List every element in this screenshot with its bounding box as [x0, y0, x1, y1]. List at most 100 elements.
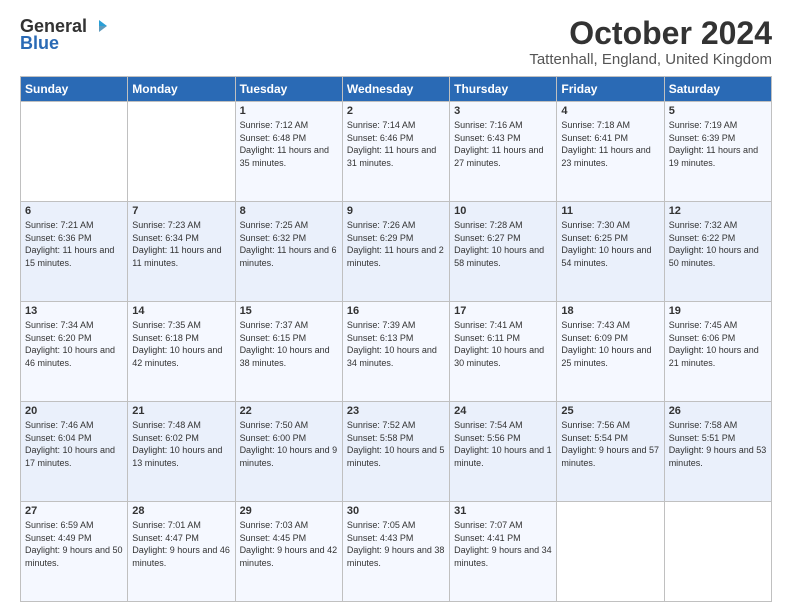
calendar-cell: 27 Sunrise: 6:59 AM Sunset: 4:49 PM Dayli…: [21, 502, 128, 602]
calendar-cell: 26 Sunrise: 7:58 AM Sunset: 5:51 PM Dayli…: [664, 402, 771, 502]
day-content: Sunrise: 7:07 AM Sunset: 4:41 PM Dayligh…: [454, 519, 552, 569]
title-area: October 2024 Tattenhall, England, United…: [529, 16, 772, 68]
day-content: Sunrise: 7:46 AM Sunset: 6:04 PM Dayligh…: [25, 419, 123, 469]
calendar-week-row: 27 Sunrise: 6:59 AM Sunset: 4:49 PM Dayli…: [21, 502, 772, 602]
day-number: 22: [240, 405, 338, 417]
calendar-cell: 28 Sunrise: 7:01 AM Sunset: 4:47 PM Dayli…: [128, 502, 235, 602]
calendar-cell: 1Sunrise: 7:12 AM Sunset: 6:48 PM Daylig…: [235, 102, 342, 202]
calendar-table: SundayMondayTuesdayWednesdayThursdayFrid…: [20, 76, 772, 602]
calendar-cell: 23 Sunrise: 7:52 AM Sunset: 5:58 PM Dayli…: [342, 402, 449, 502]
calendar-cell: [128, 102, 235, 202]
calendar-cell: 9 Sunrise: 7:26 AM Sunset: 6:29 PM Daylig…: [342, 202, 449, 302]
calendar-cell: 5Sunrise: 7:19 AM Sunset: 6:39 PM Daylig…: [664, 102, 771, 202]
day-content: Sunrise: 6:59 AM Sunset: 4:49 PM Dayligh…: [25, 519, 123, 569]
day-number: 27: [25, 505, 123, 517]
calendar-cell: [21, 102, 128, 202]
calendar-cell: 16 Sunrise: 7:39 AM Sunset: 6:13 PM Dayli…: [342, 302, 449, 402]
day-number: 17: [454, 305, 552, 317]
calendar-cell: 10 Sunrise: 7:28 AM Sunset: 6:27 PM Dayli…: [450, 202, 557, 302]
day-content: Sunrise: 7:01 AM Sunset: 4:47 PM Dayligh…: [132, 519, 230, 569]
day-content: Sunrise: 7:34 AM Sunset: 6:20 PM Dayligh…: [25, 319, 123, 369]
day-content: Sunrise: 7:32 AM Sunset: 6:22 PM Dayligh…: [669, 219, 767, 269]
calendar-cell: 7Sunrise: 7:23 AM Sunset: 6:34 PM Daylig…: [128, 202, 235, 302]
calendar-week-row: 6 Sunrise: 7:21 AM Sunset: 6:36 PM Daylig…: [21, 202, 772, 302]
day-number: 19: [669, 305, 767, 317]
day-number: 21: [132, 405, 230, 417]
day-content: Sunrise: 7:56 AM Sunset: 5:54 PM Dayligh…: [561, 419, 659, 469]
location: Tattenhall, England, United Kingdom: [529, 51, 772, 68]
day-number: 18: [561, 305, 659, 317]
day-content: Sunrise: 7:26 AM Sunset: 6:29 PM Dayligh…: [347, 219, 445, 269]
day-content: Sunrise: 7:48 AM Sunset: 6:02 PM Dayligh…: [132, 419, 230, 469]
day-number: 24: [454, 405, 552, 417]
calendar-cell: 24 Sunrise: 7:54 AM Sunset: 5:56 PM Dayli…: [450, 402, 557, 502]
day-number: 6: [25, 205, 123, 217]
day-number: 20: [25, 405, 123, 417]
day-content: Sunrise: 7:23 AM Sunset: 6:34 PM Dayligh…: [132, 219, 230, 269]
logo-bird-icon: [89, 18, 107, 36]
day-header-friday: Friday: [557, 77, 664, 102]
day-content: Sunrise: 7:43 AM Sunset: 6:09 PM Dayligh…: [561, 319, 659, 369]
day-number: 8: [240, 205, 338, 217]
day-number: 10: [454, 205, 552, 217]
calendar-cell: 29Sunrise: 7:03 AM Sunset: 4:45 PM Dayli…: [235, 502, 342, 602]
day-content: Sunrise: 7:54 AM Sunset: 5:56 PM Dayligh…: [454, 419, 552, 469]
day-number: 2: [347, 105, 445, 117]
day-number: 29: [240, 505, 338, 517]
day-number: 5: [669, 105, 767, 117]
day-content: Sunrise: 7:45 AM Sunset: 6:06 PM Dayligh…: [669, 319, 767, 369]
calendar-cell: 14 Sunrise: 7:35 AM Sunset: 6:18 PM Dayli…: [128, 302, 235, 402]
day-content: Sunrise: 7:12 AM Sunset: 6:48 PM Dayligh…: [240, 119, 338, 169]
day-number: 25: [561, 405, 659, 417]
header: General Blue October 2024 Tattenhall, En…: [20, 16, 772, 68]
calendar-cell: 31 Sunrise: 7:07 AM Sunset: 4:41 PM Dayli…: [450, 502, 557, 602]
day-content: Sunrise: 7:16 AM Sunset: 6:43 PM Dayligh…: [454, 119, 552, 169]
day-number: 13: [25, 305, 123, 317]
day-content: Sunrise: 7:25 AM Sunset: 6:32 PM Dayligh…: [240, 219, 338, 269]
day-number: 15: [240, 305, 338, 317]
day-number: 11: [561, 205, 659, 217]
day-number: 14: [132, 305, 230, 317]
day-number: 28: [132, 505, 230, 517]
day-number: 16: [347, 305, 445, 317]
calendar-header-row: SundayMondayTuesdayWednesdayThursdayFrid…: [21, 77, 772, 102]
calendar-cell: 11 Sunrise: 7:30 AM Sunset: 6:25 PM Dayli…: [557, 202, 664, 302]
day-header-thursday: Thursday: [450, 77, 557, 102]
day-number: 9: [347, 205, 445, 217]
calendar-cell: 6 Sunrise: 7:21 AM Sunset: 6:36 PM Daylig…: [21, 202, 128, 302]
day-content: Sunrise: 7:52 AM Sunset: 5:58 PM Dayligh…: [347, 419, 445, 469]
calendar-cell: 19 Sunrise: 7:45 AM Sunset: 6:06 PM Dayli…: [664, 302, 771, 402]
day-content: Sunrise: 7:39 AM Sunset: 6:13 PM Dayligh…: [347, 319, 445, 369]
calendar-cell: 20 Sunrise: 7:46 AM Sunset: 6:04 PM Dayli…: [21, 402, 128, 502]
day-content: Sunrise: 7:21 AM Sunset: 6:36 PM Dayligh…: [25, 219, 123, 269]
calendar-cell: 2Sunrise: 7:14 AM Sunset: 6:46 PM Daylig…: [342, 102, 449, 202]
calendar-cell: 25 Sunrise: 7:56 AM Sunset: 5:54 PM Dayli…: [557, 402, 664, 502]
day-number: 12: [669, 205, 767, 217]
calendar-cell: 15Sunrise: 7:37 AM Sunset: 6:15 PM Dayli…: [235, 302, 342, 402]
calendar-cell: 13 Sunrise: 7:34 AM Sunset: 6:20 PM Dayli…: [21, 302, 128, 402]
calendar-cell: [664, 502, 771, 602]
day-number: 23: [347, 405, 445, 417]
calendar-cell: 22 Sunrise: 7:50 AM Sunset: 6:00 PM Dayli…: [235, 402, 342, 502]
calendar-cell: 18 Sunrise: 7:43 AM Sunset: 6:09 PM Dayli…: [557, 302, 664, 402]
day-content: Sunrise: 7:58 AM Sunset: 5:51 PM Dayligh…: [669, 419, 767, 469]
day-content: Sunrise: 7:30 AM Sunset: 6:25 PM Dayligh…: [561, 219, 659, 269]
day-number: 26: [669, 405, 767, 417]
day-content: Sunrise: 7:05 AM Sunset: 4:43 PM Dayligh…: [347, 519, 445, 569]
month-title: October 2024: [529, 16, 772, 51]
day-number: 30: [347, 505, 445, 517]
day-content: Sunrise: 7:28 AM Sunset: 6:27 PM Dayligh…: [454, 219, 552, 269]
calendar-week-row: 13 Sunrise: 7:34 AM Sunset: 6:20 PM Dayli…: [21, 302, 772, 402]
calendar-cell: 8 Sunrise: 7:25 AM Sunset: 6:32 PM Daylig…: [235, 202, 342, 302]
calendar-cell: 21 Sunrise: 7:48 AM Sunset: 6:02 PM Dayli…: [128, 402, 235, 502]
logo-blue: Blue: [20, 33, 59, 54]
day-number: 31: [454, 505, 552, 517]
calendar-cell: [557, 502, 664, 602]
day-header-wednesday: Wednesday: [342, 77, 449, 102]
calendar-cell: 17 Sunrise: 7:41 AM Sunset: 6:11 PM Dayli…: [450, 302, 557, 402]
logo-area: General Blue: [20, 16, 107, 54]
day-content: Sunrise: 7:35 AM Sunset: 6:18 PM Dayligh…: [132, 319, 230, 369]
page: General Blue October 2024 Tattenhall, En…: [0, 0, 792, 612]
day-content: Sunrise: 7:50 AM Sunset: 6:00 PM Dayligh…: [240, 419, 338, 469]
day-content: Sunrise: 7:41 AM Sunset: 6:11 PM Dayligh…: [454, 319, 552, 369]
